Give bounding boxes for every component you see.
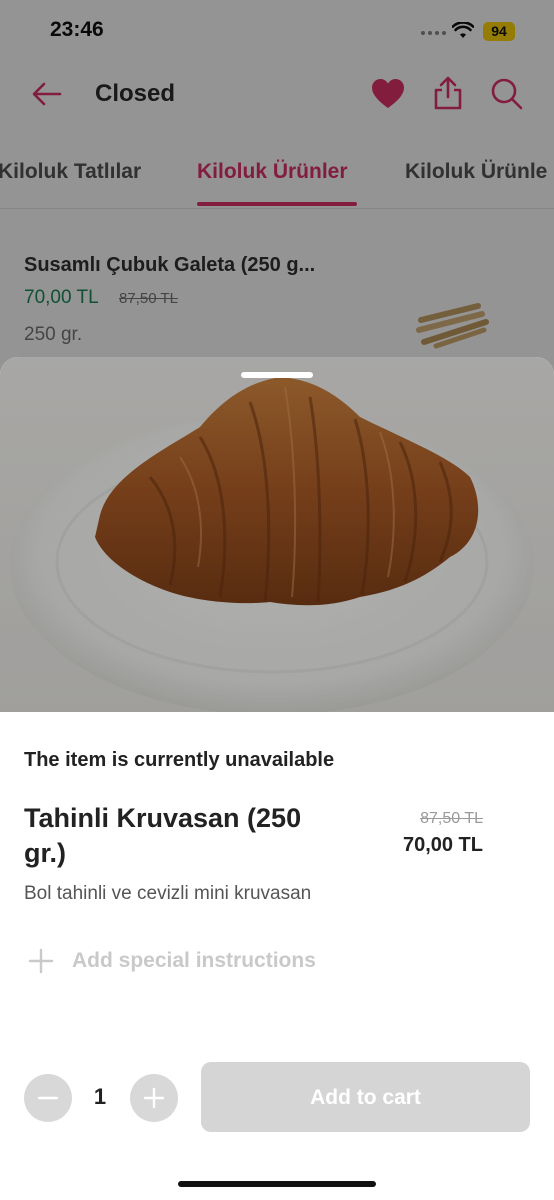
increase-quantity-button[interactable] [130,1074,178,1122]
quantity-value: 1 [93,1084,107,1109]
instructions-label: Add special instructions [72,949,316,972]
plus-icon [143,1087,165,1109]
add-instructions-button[interactable]: Add special instructions [28,947,428,977]
drag-handle[interactable] [241,372,313,378]
unavailable-notice: The item is currently unavailable [24,749,335,771]
item-old-price: 87,50 TL [420,810,483,827]
item-description: Bol tahinli ve cevizli mini kruvasan [24,883,312,904]
item-price: 70,00 TL [402,834,483,856]
minus-icon [37,1096,59,1100]
item-detail-sheet: The item is currently unavailable Tahinl… [0,357,554,1200]
decrease-quantity-button[interactable] [24,1074,72,1122]
item-title: Tahinli Kruvasan (250 gr.) [24,803,302,868]
home-indicator [178,1181,376,1187]
image-dim-overlay [0,357,554,712]
plus-icon [28,948,54,974]
add-to-cart-button[interactable]: Add to cart [201,1062,530,1132]
